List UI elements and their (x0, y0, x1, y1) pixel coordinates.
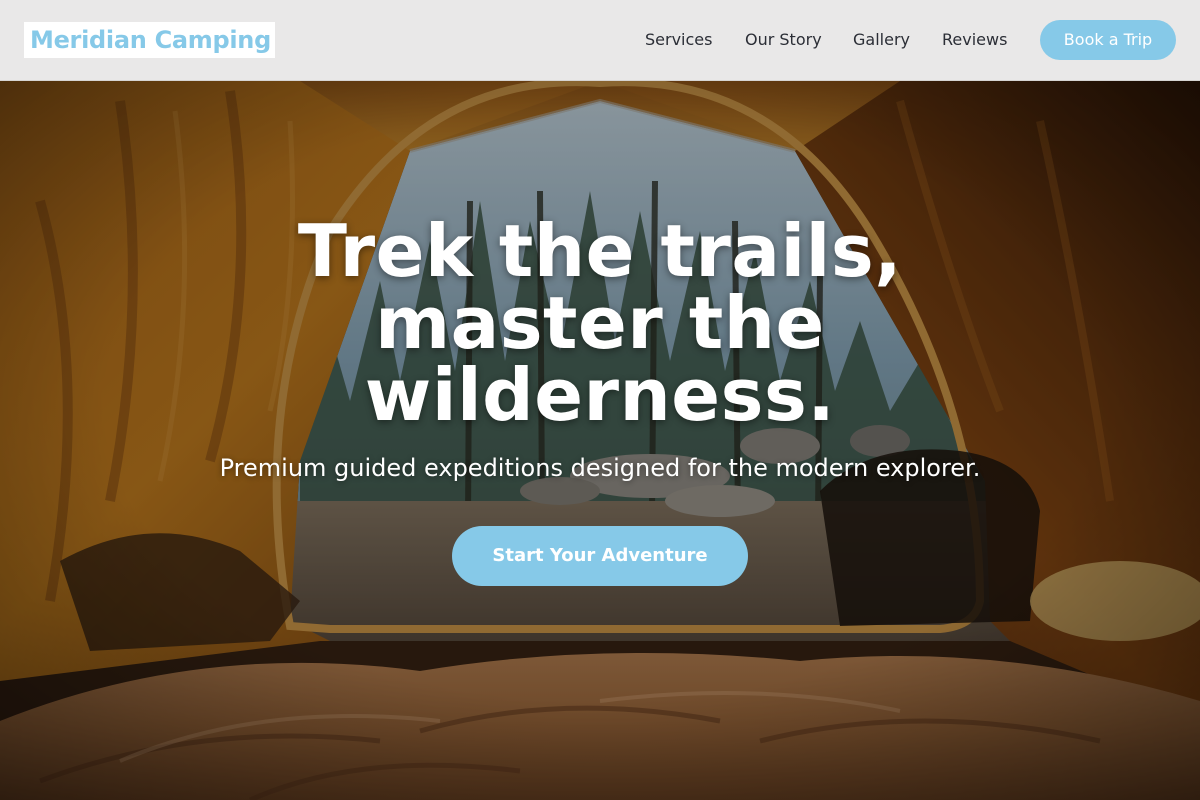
site-header: Meridian Camping Services Our Story Gall… (0, 0, 1200, 81)
nav-link-services[interactable]: Services (645, 0, 712, 80)
start-adventure-button[interactable]: Start Your Adventure (452, 526, 748, 586)
book-trip-button[interactable]: Book a Trip (1040, 20, 1176, 60)
nav-link-gallery[interactable]: Gallery (853, 0, 910, 80)
hero-headline: Trek the trails, master the wilderness. (297, 209, 903, 437)
hero-section: Trek the trails, master the wilderness. … (0, 81, 1200, 800)
hero-dim-overlay (0, 81, 1200, 800)
site-logo[interactable]: Meridian Camping (24, 22, 275, 58)
landing-page: Meridian Camping Services Our Story Gall… (0, 0, 1200, 800)
nav-link-our-story[interactable]: Our Story (745, 0, 822, 80)
hero-subheadline: Premium guided expeditions designed for … (219, 454, 981, 482)
nav-link-reviews[interactable]: Reviews (942, 0, 1007, 80)
